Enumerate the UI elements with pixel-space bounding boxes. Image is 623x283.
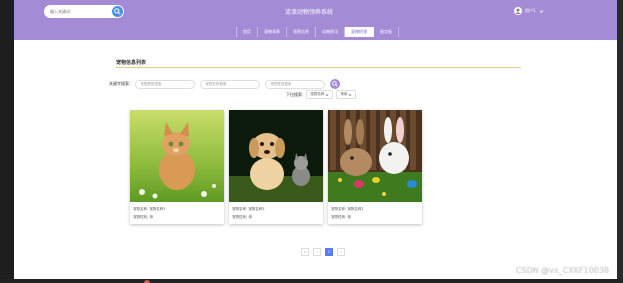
pet-gender-label: 宠物性别:	[232, 215, 248, 219]
chevron-down-icon	[348, 93, 352, 96]
nav-item-adoption-info[interactable]: 领养信息	[287, 27, 316, 37]
sort-order-label: 排序	[340, 92, 348, 96]
sort-by-name-label: 宠物名称	[310, 92, 325, 96]
page-number-button[interactable]: 1	[325, 248, 333, 256]
nav-list: 首页 宠物领养 领养信息 动物资讯 宠物招领 留言板	[236, 27, 399, 37]
pet-name-label: 宠物名称:	[331, 207, 347, 211]
right-frame	[617, 0, 623, 283]
nav-item-news[interactable]: 动物资讯	[316, 27, 345, 37]
nav-item-adoption[interactable]: 宠物领养	[258, 27, 287, 37]
pet-gender-label: 宠物性别:	[331, 215, 347, 219]
pet-gender-search-field[interactable]: 宠物性别搜索	[265, 79, 326, 89]
next-page-button[interactable]: ›	[337, 248, 345, 256]
pet-name-label: 宠物名称:	[232, 207, 248, 211]
section-title: 宠物信息列表	[116, 60, 147, 66]
avatar[interactable]	[514, 7, 522, 15]
pet-name: 宠物名称3	[248, 207, 265, 211]
pet-photo-puppy-kitten[interactable]	[229, 110, 323, 202]
filter-row: 关键字搜索: 宠物类型搜索 宠物名称搜索 宠物性别搜索	[109, 79, 341, 89]
nav-item-pet-claim[interactable]: 宠物招领	[345, 27, 374, 37]
pet-gender: 母	[248, 215, 252, 219]
pet-card-meta: 宠物名称: 宠物名称3 宠物性别: 母	[229, 202, 323, 224]
page: 流浪动物领养系统 用户1 首页 宠物领养 领养信息 动物资讯 宠物招领 留言板 …	[14, 0, 617, 279]
first-page-button[interactable]: «	[301, 248, 309, 256]
pet-gender-label: 宠物性别:	[133, 215, 149, 219]
main-nav: 首页 宠物领养 领养信息 动物资讯 宠物招领 留言板	[14, 24, 617, 40]
section-divider	[116, 67, 521, 68]
filter-label: 关键字搜索:	[109, 81, 131, 86]
search-icon	[114, 8, 121, 15]
pet-card[interactable]: 宠物名称: 宠物名称3 宠物性别: 母	[229, 110, 323, 224]
pet-gender: 母	[149, 215, 153, 219]
pet-card[interactable]: 宠物名称: 宠物名称1 宠物性别: 母	[130, 110, 224, 224]
pet-card[interactable]: 宠物名称: 宠物名称2 宠物性别: 母	[328, 110, 422, 224]
user-name[interactable]: 用户1	[525, 8, 536, 14]
search-icon	[332, 81, 339, 87]
top-bar: 流浪动物领养系统 用户1	[14, 0, 617, 24]
chevron-down-icon[interactable]	[539, 9, 544, 14]
user-icon	[515, 8, 521, 14]
pet-card-meta: 宠物名称: 宠物名称2 宠物性别: 母	[328, 202, 422, 224]
sort-label: 下拉搜索:	[286, 91, 304, 97]
app-title: 流浪动物领养系统	[284, 9, 333, 16]
header-search[interactable]	[44, 5, 124, 18]
pet-name-search-field[interactable]: 宠物名称搜索	[200, 79, 261, 89]
nav-item-message-board[interactable]: 留言板	[374, 27, 399, 37]
pet-photo-kitten[interactable]	[130, 110, 224, 202]
pet-photo-rabbits[interactable]	[328, 110, 422, 202]
pet-card-meta: 宠物名称: 宠物名称1 宠物性别: 母	[130, 202, 224, 224]
sort-by-name-button[interactable]: 宠物名称	[306, 90, 334, 99]
pet-gender: 母	[347, 215, 351, 219]
header-search-input[interactable]	[50, 9, 112, 14]
nav-item-home[interactable]: 首页	[237, 27, 258, 37]
filter-search-button[interactable]	[330, 79, 341, 89]
pet-name-label: 宠物名称:	[133, 207, 149, 211]
watermark: CSDN @vx_CXKF10038	[515, 266, 609, 275]
pagination: « ‹ 1 ›	[301, 248, 345, 256]
user-menu[interactable]: 用户1	[514, 7, 544, 15]
prev-page-button[interactable]: ‹	[313, 248, 321, 256]
bottom-frame	[0, 279, 623, 283]
pet-type-search-field[interactable]: 宠物类型搜索	[135, 79, 196, 89]
sort-order-button[interactable]: 排序	[336, 90, 357, 99]
header-search-button[interactable]	[112, 6, 123, 17]
left-frame	[0, 0, 14, 283]
pet-name: 宠物名称2	[347, 207, 364, 211]
pet-card-list: 宠物名称: 宠物名称1 宠物性别: 母 宠物名称: 宠物名称3 宠物性别: 母 …	[130, 110, 422, 224]
chevron-down-icon	[325, 93, 329, 96]
pet-name: 宠物名称1	[149, 207, 166, 211]
sort-row: 下拉搜索: 宠物名称 排序	[286, 90, 357, 99]
